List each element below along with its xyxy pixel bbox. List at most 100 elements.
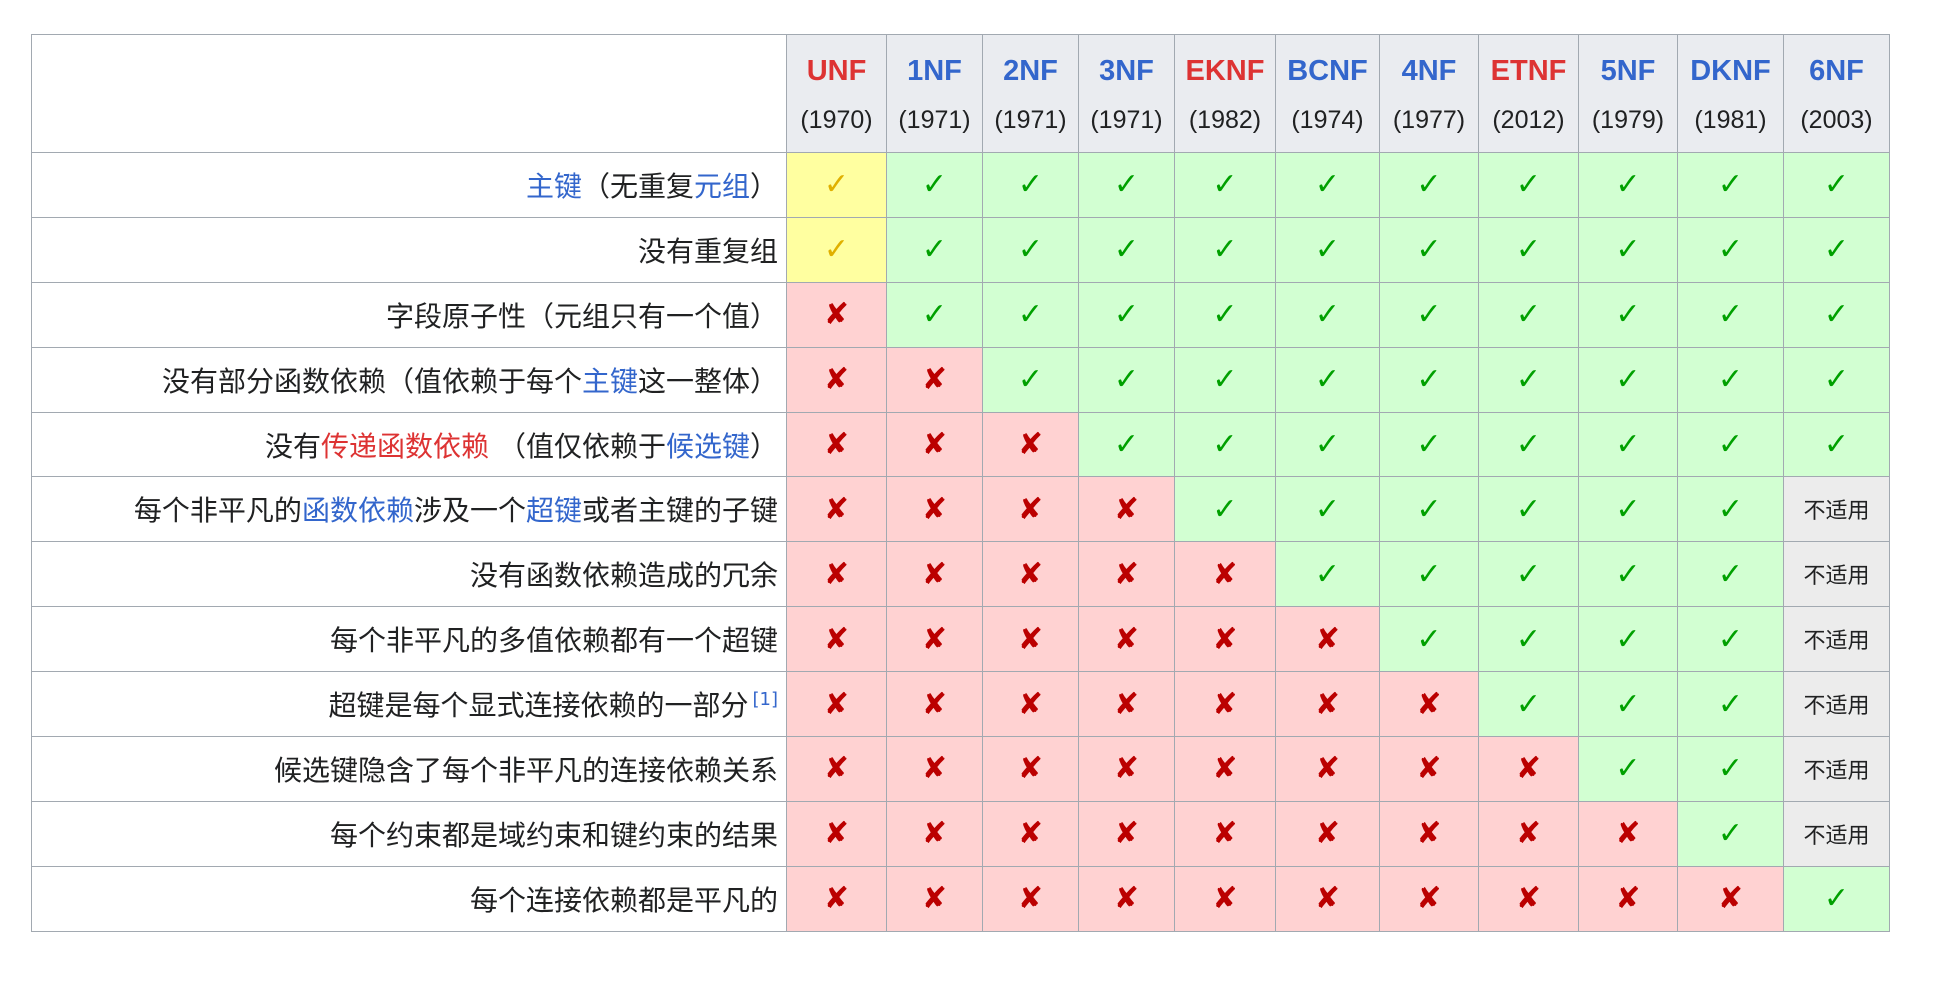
row-label: 每个连接依赖都是平凡的 (31, 865, 787, 932)
table-body: 主键（无重复元组） ✓ ✓ ✓ ✓ ✓ ✓ ✓ ✓ ✓ ✓ ✓ 没有重复组 ✓ ✓ ✓ ✓ ✓ ✓ ✓ ✓ ✓ ✓ ✓ 字段原子… (31, 152, 1890, 932)
column-year: (1977) (1392, 105, 1466, 134)
cross-icon: ✘ (1478, 736, 1579, 802)
row-label: 超键是每个显式连接依赖的一部分 [1] (31, 671, 787, 738)
label-link[interactable]: 主键 (582, 365, 638, 398)
cross-icon: ✘ (886, 671, 983, 738)
column-name-link[interactable]: 1NF (887, 55, 982, 88)
check-icon: ✓ (1677, 736, 1784, 802)
label-link[interactable]: 元组 (694, 170, 750, 203)
table-row: 主键（无重复元组） ✓ ✓ ✓ ✓ ✓ ✓ ✓ ✓ ✓ ✓ ✓ (31, 152, 1890, 218)
column-year: (1981) (1694, 105, 1767, 134)
citation-link[interactable]: [1] (753, 689, 779, 710)
label-text: 超键是每个显式连接依赖的一部分 (328, 689, 749, 723)
check-icon: ✓ (1677, 216, 1784, 283)
check-icon: ✓ (1174, 281, 1276, 348)
not-applicable-cell: 不适用 (1783, 476, 1890, 543)
cross-icon: ✘ (1478, 865, 1579, 932)
column-name-link[interactable]: UNF (787, 55, 886, 88)
check-icon: ✓ (886, 216, 983, 283)
corner-cell (31, 34, 787, 153)
check-icon: ✓ (1174, 411, 1276, 478)
column-year: (1971) (1090, 105, 1163, 134)
cross-icon: ✘ (786, 800, 887, 867)
cross-icon: ✘ (1578, 800, 1678, 867)
column-name-link[interactable]: 5NF (1579, 55, 1677, 88)
label-text: 字段原子性（元组只有一个值） (385, 299, 778, 333)
check-icon: ✓ (1478, 476, 1579, 543)
column-header-unf: UNF (1970) (786, 34, 887, 153)
header-row: UNF (1970) 1NF (1971) 2NF (1971) 3NF (1971) EKNF… (31, 34, 1890, 153)
cross-icon: ✘ (1275, 800, 1380, 867)
cross-icon: ✘ (982, 606, 1079, 673)
column-header-etnf: ETNF (2012) (1478, 34, 1579, 153)
cross-icon: ✘ (1478, 800, 1579, 867)
check-icon: ✓ (1783, 346, 1890, 413)
column-name-link[interactable]: 3NF (1079, 55, 1174, 88)
check-icon: ✓ (1275, 216, 1380, 283)
check-icon: ✓ (1379, 216, 1479, 283)
cross-icon: ✘ (886, 800, 983, 867)
label-link[interactable]: 超键 (526, 494, 582, 527)
label-text: （无重复 (581, 169, 694, 203)
check-icon: ✓ (1578, 476, 1678, 543)
row-label: 每个约束都是域约束和键约束的结果 (31, 800, 787, 867)
check-icon: ✓ (1677, 476, 1784, 543)
check-icon: ✓ (1783, 411, 1890, 478)
column-header-1nf: 1NF (1971) (886, 34, 983, 153)
row-label: 每个非平凡的函数依赖涉及一个超键或者主键的子键 (31, 476, 787, 543)
cross-icon: ✘ (886, 736, 983, 802)
label-link[interactable]: 函数依赖 (302, 494, 414, 527)
cross-icon: ✘ (786, 281, 887, 348)
label-text: 没有 (265, 429, 322, 463)
check-icon: ✓ (1783, 152, 1890, 218)
label-text: 没有函数依赖造成的冗余 (469, 559, 778, 593)
row-label: 主键（无重复元组） (31, 152, 787, 218)
column-year: (1971) (994, 105, 1067, 134)
cross-icon: ✘ (1677, 865, 1784, 932)
check-icon: ✓ (1275, 346, 1380, 413)
label-link[interactable]: 候选键 (666, 430, 750, 463)
check-icon: ✓ (1174, 346, 1276, 413)
column-name-link[interactable]: BCNF (1276, 55, 1379, 88)
label-text: 没有重复组 (637, 234, 778, 268)
label-text: 每个连接依赖都是平凡的 (469, 883, 778, 917)
cross-icon: ✘ (886, 346, 983, 413)
column-name-link[interactable]: 4NF (1380, 55, 1478, 88)
cross-icon: ✘ (1078, 541, 1175, 608)
cross-icon: ✘ (1174, 865, 1276, 932)
column-name-link[interactable]: EKNF (1175, 55, 1275, 88)
not-applicable-cell: 不适用 (1783, 736, 1890, 802)
cross-icon: ✘ (1078, 606, 1175, 673)
check-icon: ✓ (1275, 541, 1380, 608)
check-icon: ✓ (1578, 281, 1678, 348)
table-row: 每个非平凡的多值依赖都有一个超键 ✘ ✘ ✘ ✘ ✘ ✘ ✓ ✓ ✓ ✓ 不适用 (31, 606, 1890, 673)
label-text: 每个非平凡的 (133, 494, 302, 528)
column-name-link[interactable]: 2NF (983, 55, 1078, 88)
label-link[interactable]: 主键 (526, 170, 582, 203)
cross-icon: ✘ (1275, 865, 1380, 932)
check-icon: ✓ (1478, 216, 1579, 283)
check-icon: ✓ (982, 281, 1079, 348)
column-header-dknf: DKNF (1981) (1677, 34, 1784, 153)
label-link[interactable]: 传递函数依赖 (321, 430, 489, 463)
label-text: ） (749, 169, 778, 203)
label-text: 或者主键的子键 (581, 494, 778, 528)
cross-icon: ✘ (1078, 736, 1175, 802)
column-name-link[interactable]: ETNF (1479, 55, 1578, 88)
cross-icon: ✘ (1174, 541, 1276, 608)
check-icon: ✓ (1379, 281, 1479, 348)
row-label: 没有传递函数依赖 （值仅依赖于候选键） (31, 411, 787, 478)
table-row: 没有传递函数依赖 （值仅依赖于候选键） ✘ ✘ ✘ ✓ ✓ ✓ ✓ ✓ ✓ ✓ ✓ (31, 411, 1890, 478)
cross-icon: ✘ (1275, 736, 1380, 802)
cross-icon: ✘ (786, 411, 887, 478)
check-icon: ✓ (1677, 541, 1784, 608)
cross-icon: ✘ (982, 736, 1079, 802)
check-icon: ✓ (1578, 541, 1678, 608)
check-icon: ✓ (1078, 411, 1175, 478)
label-text: 候选键隐含了每个非平凡的连接依赖关系 (273, 753, 778, 787)
label-text: ） (749, 429, 778, 463)
column-name-link[interactable]: DKNF (1678, 55, 1783, 88)
check-icon: ✓ (1379, 606, 1479, 673)
column-name-link[interactable]: 6NF (1784, 55, 1889, 88)
check-icon: ✓ (1783, 281, 1890, 348)
